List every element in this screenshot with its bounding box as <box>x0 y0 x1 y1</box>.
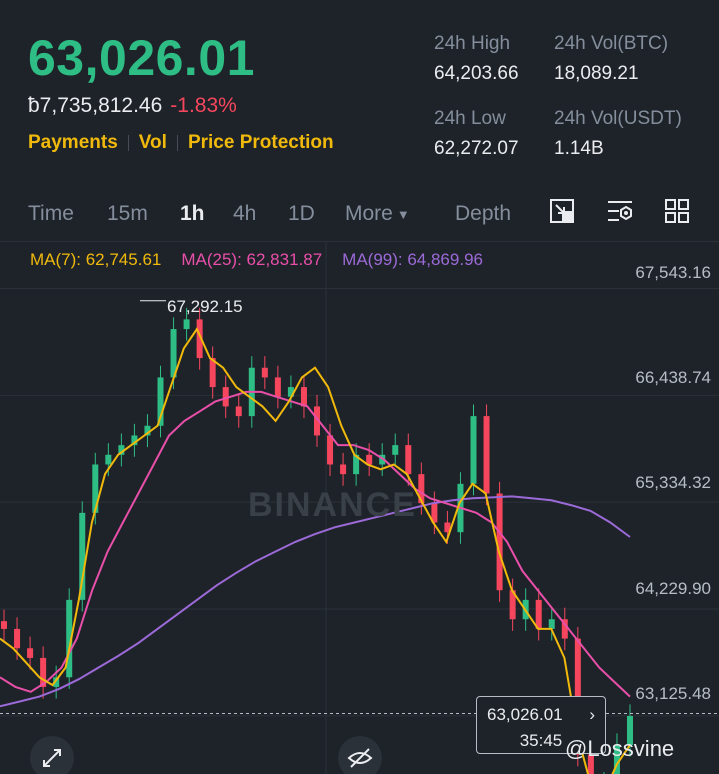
candle-body <box>470 416 477 484</box>
tab-1h[interactable]: 1h <box>180 202 205 226</box>
indicator-settings-icon[interactable] <box>605 196 635 226</box>
tab-4h[interactable]: 4h <box>233 202 256 226</box>
y-tick-label: 64,229.90 <box>635 579 711 598</box>
chart-fullscreen-icon[interactable] <box>547 196 577 226</box>
candle-body <box>14 628 21 649</box>
candle-body <box>27 648 34 658</box>
stat-24h-vol-usdt: 24h Vol(USDT) 1.14B <box>554 108 694 160</box>
expand-arrows-icon <box>43 749 61 767</box>
candle-body <box>300 387 307 407</box>
stat-value: 64,203.66 <box>434 63 519 84</box>
last-price: 63,026.01 <box>28 30 255 86</box>
tab-depth[interactable]: Depth <box>455 202 511 226</box>
tab-15m[interactable]: 15m <box>107 202 148 226</box>
candle-body <box>340 464 347 475</box>
price-protection-link[interactable]: Price Protection <box>188 132 334 154</box>
link-divider <box>127 135 129 151</box>
fiat-price: ƀ7,735,812.46 <box>28 94 163 117</box>
ma7-label: MA(7): 62,745.61 <box>30 250 162 269</box>
ma99-label: MA(99): 64,869.96 <box>342 250 483 269</box>
candle-body <box>274 377 281 397</box>
stat-24h-vol-btc: 24h Vol(BTC) 18,089.21 <box>554 33 694 85</box>
hide-indicators-button[interactable] <box>338 736 382 774</box>
payments-link[interactable]: Payments <box>28 132 118 154</box>
candle-body <box>1 621 7 629</box>
expand-chart-button[interactable] <box>30 736 74 774</box>
timeframe-bar: Time 15m 1h 4h 1D More ▼ Depth <box>0 196 719 232</box>
eye-off-icon <box>347 748 373 768</box>
ticker-links: Payments Vol Price Protection <box>28 132 334 154</box>
candle-body <box>183 319 190 330</box>
grid-layout-icon[interactable] <box>662 196 692 226</box>
tab-more[interactable]: More ▼ <box>345 202 410 226</box>
candle-body <box>548 619 555 629</box>
current-price-value: 63,026.01 <box>487 705 563 724</box>
ma99-line <box>0 495 631 708</box>
candle-body <box>483 416 490 494</box>
link-divider <box>176 135 178 151</box>
candle-body <box>535 599 542 629</box>
more-label: More <box>345 202 393 225</box>
chevron-right-icon: › <box>589 705 595 724</box>
ticker-header: 63,026.01 ƀ7,735,812.46 -1.83% Payments … <box>28 30 334 154</box>
author-handle: @Lossvine <box>565 736 675 761</box>
peak-price-label: 67,292.15 <box>167 297 243 316</box>
change-percent: -1.83% <box>170 94 237 117</box>
candle-body <box>405 445 412 475</box>
vol-link[interactable]: Vol <box>139 132 167 154</box>
stat-value: 62,272.07 <box>434 138 519 159</box>
ma25-label: MA(25): 62,831.87 <box>181 250 323 269</box>
y-tick-label: 66,438.74 <box>635 368 711 387</box>
tab-time[interactable]: Time <box>28 202 74 226</box>
candle-body <box>392 445 399 455</box>
candle-body <box>327 435 334 465</box>
stat-24h-low: 24h Low 62,272.07 <box>434 108 574 160</box>
stat-value: 1.14B <box>554 138 604 159</box>
stat-label: 24h Low <box>434 108 506 129</box>
stat-value: 18,089.21 <box>554 63 639 84</box>
stat-label: 24h Vol(USDT) <box>554 108 682 129</box>
tab-1d[interactable]: 1D <box>288 202 315 226</box>
candle-body <box>235 406 242 417</box>
stat-24h-high: 24h High 64,203.66 <box>434 33 574 85</box>
y-tick-label: 65,334.32 <box>635 473 711 492</box>
stat-label: 24h High <box>434 33 511 54</box>
binance-watermark: BINANCE <box>248 486 417 524</box>
y-tick-label: 63,125.48 <box>635 684 711 703</box>
ma25-line <box>0 390 631 698</box>
caret-down-icon: ▼ <box>396 206 410 222</box>
candle-body <box>261 367 268 378</box>
candle-body <box>105 454 112 465</box>
y-tick-label: 67,543.16 <box>635 263 711 282</box>
stat-label: 24h Vol(BTC) <box>554 33 669 54</box>
ma-legend: MA(7): 62,745.61 MA(25): 62,831.87 MA(99… <box>30 250 483 270</box>
